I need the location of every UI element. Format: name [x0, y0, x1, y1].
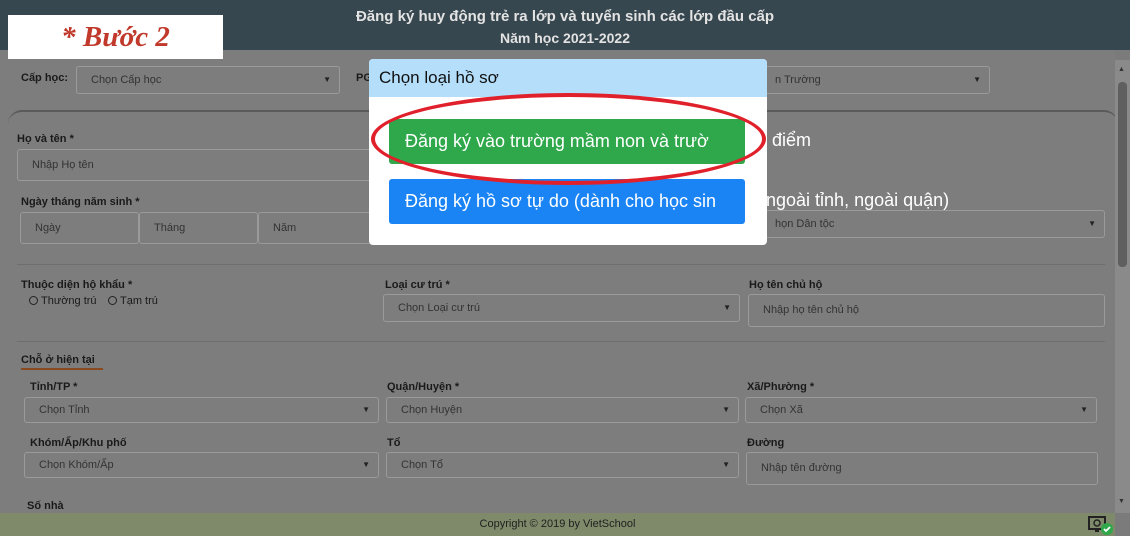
dob-label: Ngày tháng năm sinh * [21, 196, 140, 208]
ho-khau-label: Thuộc diện hộ khẩu * [21, 279, 133, 291]
dob-year-input[interactable]: Năm [258, 212, 372, 244]
scroll-down-icon[interactable]: ▼ [1118, 498, 1125, 505]
page-scrollbar[interactable]: ▲ ▼ [1115, 60, 1130, 513]
scroll-up-icon[interactable]: ▲ [1118, 66, 1125, 73]
scrollbar-thumb[interactable] [1118, 82, 1127, 267]
tinh-select[interactable]: Chọn Tỉnh ▼ [24, 397, 379, 423]
current-address-heading: Chỗ ở hiện tại [21, 354, 95, 366]
divider [17, 264, 1105, 265]
heading-underline [21, 368, 103, 370]
xa-select[interactable]: Chọn Xã ▼ [745, 397, 1097, 423]
khom-select[interactable]: Chọn Khóm/Ấp ▼ [24, 452, 379, 478]
khom-label: Khóm/Ấp/Khu phố [30, 437, 127, 449]
to-label: Tổ [387, 437, 401, 449]
cap-hoc-label: Cấp học: [21, 72, 69, 84]
blue-button-overflow-text: ngoài tỉnh, ngoài quận) [766, 190, 950, 210]
radio-tam-tru[interactable]: Tạm trú [108, 295, 158, 307]
caret-down-icon: ▼ [722, 460, 730, 469]
dob-day-input[interactable]: Ngày [20, 212, 139, 244]
caret-down-icon: ▼ [362, 405, 370, 414]
modal-title: Chọn loại hồ sơ [369, 59, 767, 97]
so-nha-label: Số nhà [27, 500, 64, 512]
dan-toc-select[interactable]: họn Dân tộc ▼ [760, 210, 1105, 238]
footer: Copyright © 2019 by VietSchool [0, 513, 1115, 536]
xa-label: Xã/Phường * [747, 381, 815, 393]
ho-ten-label: Họ và tên * [17, 133, 74, 145]
caret-down-icon: ▼ [1088, 219, 1096, 228]
huyen-label: Quận/Huyện * [387, 381, 460, 393]
huyen-select[interactable]: Chọn Huyện ▼ [386, 397, 739, 423]
chu-ho-label: Họ tên chủ hộ [749, 279, 823, 291]
school-select[interactable]: n Trường ▼ [760, 66, 990, 94]
radio-icon [29, 296, 38, 305]
highlight-ring [371, 93, 766, 185]
chu-ho-input[interactable]: Nhập họ tên chủ hộ [748, 294, 1105, 327]
radio-thuong-tru[interactable]: Thường trú [29, 295, 97, 307]
caret-down-icon: ▼ [973, 75, 981, 84]
loai-cu-tru-select[interactable]: Chọn Loại cư trú ▼ [383, 294, 740, 322]
ho-ten-input[interactable]: Nhập Họ tên [17, 149, 372, 181]
dob-month-input[interactable]: Tháng [139, 212, 258, 244]
duong-label: Đường [747, 437, 785, 449]
caret-down-icon: ▼ [722, 405, 730, 414]
caret-down-icon: ▼ [362, 460, 370, 469]
caret-down-icon: ▼ [323, 75, 331, 84]
caret-down-icon: ▼ [723, 303, 731, 312]
to-select[interactable]: Chọn Tổ ▼ [386, 452, 739, 478]
tinh-label: Tỉnh/TP * [30, 381, 78, 393]
caret-down-icon: ▼ [1080, 405, 1088, 414]
cap-hoc-select[interactable]: Chọn Cấp học ▼ [76, 66, 340, 94]
step-annotation: * Bước 2 [8, 15, 223, 59]
radio-icon [108, 296, 117, 305]
loai-cu-tru-label: Loại cư trú * [385, 279, 450, 291]
duong-input[interactable]: Nhập tên đường [746, 452, 1098, 485]
green-button-overflow-text: điểm [772, 130, 812, 150]
divider [17, 341, 1105, 342]
monitor-check-icon[interactable] [1086, 514, 1114, 536]
register-free-dossier-button[interactable]: Đăng ký hồ sơ tự do (dành cho học sin [389, 179, 745, 224]
